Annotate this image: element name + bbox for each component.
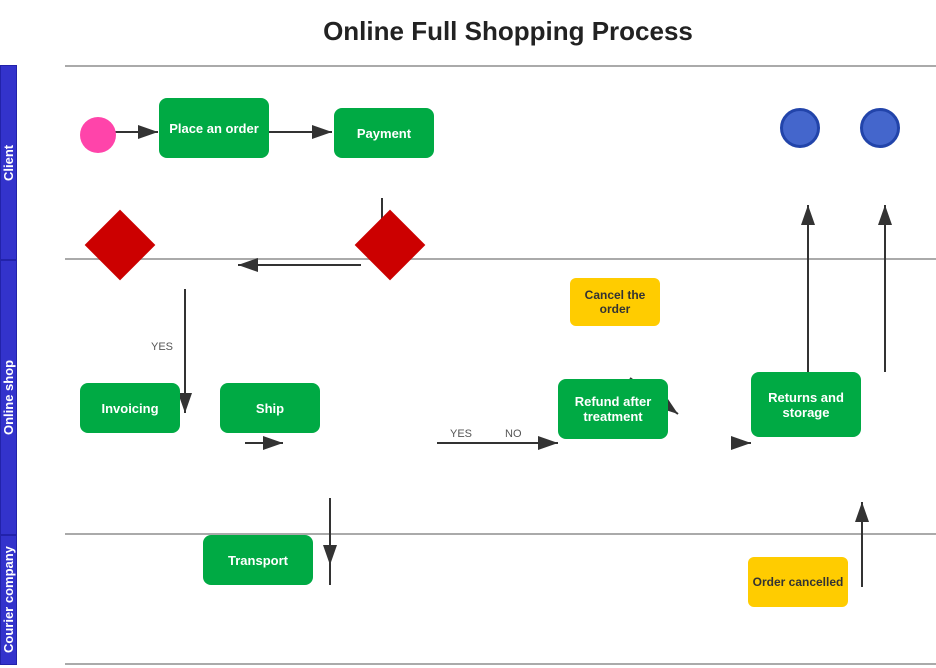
returns-node: Returns and storage (751, 372, 861, 437)
transport-node: Transport (203, 535, 313, 585)
lane-client-label: Client (0, 65, 17, 260)
start-node (80, 117, 116, 153)
end-node-2 (860, 108, 900, 148)
lane-courier-label: Courier company (0, 535, 17, 665)
refund-node: Refund after treatment (558, 379, 668, 439)
swim-lanes: Client Online shop Courier company (0, 65, 65, 668)
payment-node: Payment (334, 108, 434, 158)
lane-area-client (65, 65, 936, 260)
ship-node: Ship (220, 383, 320, 433)
cancel-order-node: Cancel the order (570, 278, 660, 326)
invoicing-node: Invoicing (80, 383, 180, 433)
place-order-node: Place an order (159, 98, 269, 158)
lane-online-label: Online shop (0, 260, 17, 535)
end-node-1 (780, 108, 820, 148)
diagram-title: Online Full Shopping Process (80, 5, 936, 49)
diagram-container: Online Full Shopping Process Client Onli… (0, 0, 936, 668)
order-cancelled-node: Order cancelled (748, 557, 848, 607)
